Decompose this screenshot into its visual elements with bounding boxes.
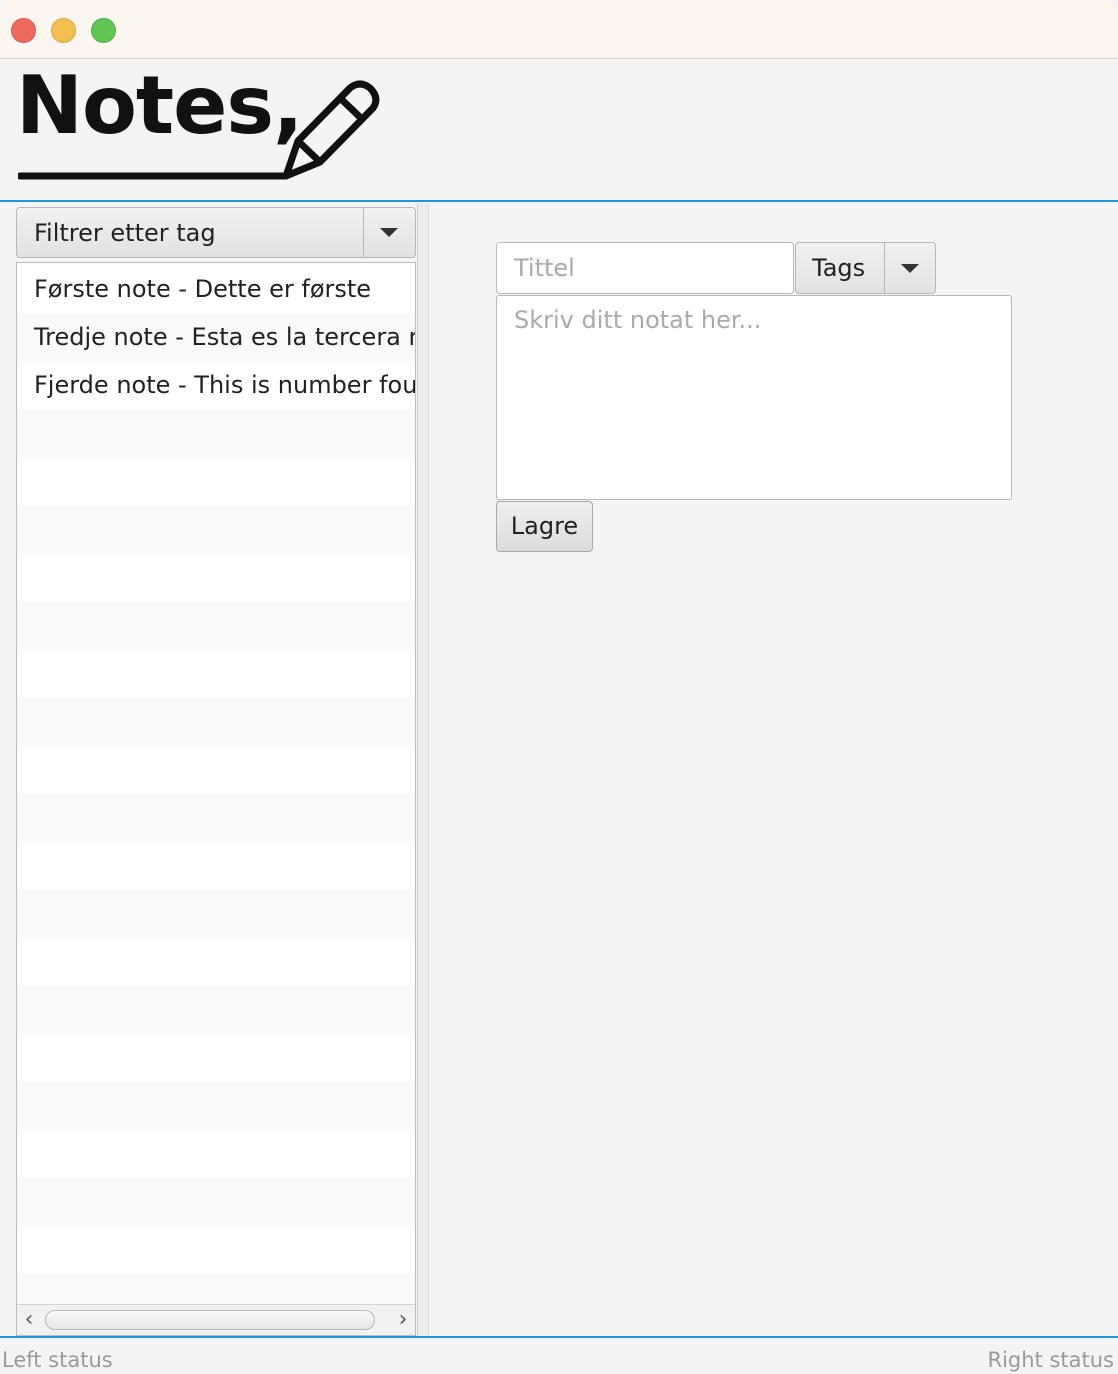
empty-list-row bbox=[17, 1033, 415, 1081]
tags-dropdown[interactable]: Tags bbox=[795, 242, 936, 294]
empty-list-row bbox=[17, 553, 415, 601]
tag-filter-label: Filtrer etter tag bbox=[34, 219, 216, 247]
empty-list-row bbox=[17, 1129, 415, 1177]
window-titlebar bbox=[0, 0, 1118, 59]
empty-list-row bbox=[17, 505, 415, 553]
empty-list-row bbox=[17, 1177, 415, 1225]
list-item[interactable]: Tredje note - Esta es la tercera nota bbox=[17, 313, 415, 361]
horizontal-scrollbar[interactable]: ‹ › bbox=[16, 1304, 416, 1336]
save-button[interactable]: Lagre bbox=[496, 501, 593, 552]
empty-list-row bbox=[17, 409, 415, 457]
empty-list-row bbox=[17, 937, 415, 985]
list-item[interactable]: Første note - Dette er første bbox=[17, 265, 415, 313]
pencil-icon bbox=[18, 80, 380, 180]
zoom-window-button[interactable] bbox=[91, 18, 116, 43]
list-item[interactable]: Fjerde note - This is number four bbox=[17, 361, 415, 409]
chevron-down-icon bbox=[901, 264, 919, 273]
tag-filter-dropdown[interactable]: Filtrer etter tag bbox=[16, 207, 416, 258]
empty-list-row bbox=[17, 745, 415, 793]
left-status-text: Left status bbox=[2, 1348, 113, 1372]
empty-list-row bbox=[17, 793, 415, 841]
tags-arrow-button[interactable] bbox=[884, 243, 935, 293]
empty-list-row bbox=[17, 985, 415, 1033]
close-window-button[interactable] bbox=[11, 18, 36, 43]
empty-list-row bbox=[17, 649, 415, 697]
empty-list-row bbox=[17, 889, 415, 937]
status-bar: Left status Right status bbox=[0, 1336, 1118, 1374]
right-status-text: Right status bbox=[987, 1348, 1114, 1372]
minimize-window-button[interactable] bbox=[51, 18, 76, 43]
empty-list-row bbox=[17, 841, 415, 889]
empty-list-row bbox=[17, 601, 415, 649]
title-input[interactable]: Tittel bbox=[496, 242, 794, 294]
split-pane-divider[interactable] bbox=[417, 204, 429, 1336]
scrollbar-thumb[interactable] bbox=[45, 1310, 375, 1330]
notes-list[interactable]: Første note - Dette er første Tredje not… bbox=[16, 262, 416, 1336]
chevron-down-icon bbox=[380, 228, 398, 237]
empty-list-row bbox=[17, 457, 415, 505]
chevron-left-icon[interactable]: ‹ bbox=[19, 1309, 39, 1331]
note-body-textarea[interactable]: Skriv ditt notat her... bbox=[496, 295, 1012, 500]
empty-list-row bbox=[17, 1081, 415, 1129]
tags-label: Tags bbox=[812, 254, 866, 282]
empty-list-row bbox=[17, 697, 415, 745]
tag-filter-arrow-button[interactable] bbox=[363, 208, 415, 257]
chevron-right-icon[interactable]: › bbox=[393, 1309, 413, 1331]
empty-list-row bbox=[17, 1225, 415, 1273]
